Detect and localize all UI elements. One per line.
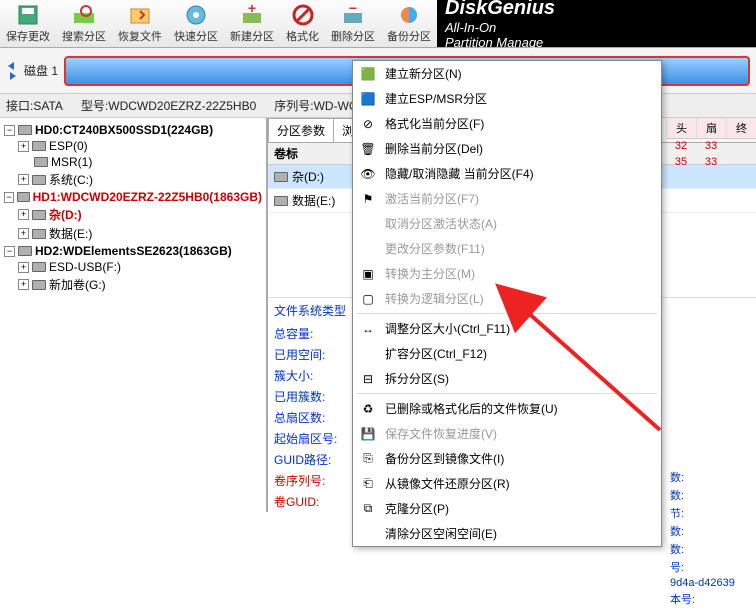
format-icon: ⊘	[359, 116, 377, 132]
vol-icon	[32, 175, 46, 185]
expand-icon[interactable]: +	[18, 262, 29, 273]
expand-icon[interactable]: +	[18, 209, 29, 220]
chs-table-header: 头 扇 终	[666, 118, 756, 139]
side-value-labels: 数:数:节: 数:数:号: 9d4a-d42639本号:	[666, 468, 756, 608]
sector-count-label: 道扇区数:63 总	[674, 0, 754, 17]
expand-icon[interactable]: +	[18, 228, 29, 239]
tree-system[interactable]: +系统(C:)	[2, 170, 264, 189]
menu-to-logical[interactable]: ▢转换为逻辑分区(L)	[353, 286, 661, 311]
menu-change-params[interactable]: 更改分区参数(F11)	[353, 236, 661, 261]
arrow-left-icon[interactable]	[6, 62, 18, 70]
activate-icon: ⚑	[359, 191, 377, 207]
menu-cancel-activate[interactable]: 取消分区激活状态(A)	[353, 211, 661, 236]
menu-save-progress[interactable]: 💾保存文件恢复进度(V)	[353, 421, 661, 446]
main-toolbar: 保存更改 搜索分区 恢复文件 快速分区 +新建分区 格式化 −删除分区 备份分区…	[0, 0, 756, 48]
save-icon: 💾	[359, 426, 377, 442]
tree-esp[interactable]: +ESP(0)	[2, 138, 264, 154]
quick-partition-button[interactable]: 快速分区	[168, 0, 224, 47]
tree-shuju[interactable]: +数据(E:)	[2, 224, 264, 243]
hide-icon: 👁	[359, 166, 377, 182]
menu-clear-free[interactable]: 清除分区空闲空间(E)	[353, 521, 661, 546]
hdd-icon	[18, 246, 32, 256]
menu-separator	[357, 393, 657, 394]
expand-icon[interactable]: +	[18, 279, 29, 290]
collapse-icon[interactable]: −	[4, 246, 15, 257]
delete-icon: 🗑	[359, 141, 377, 157]
menu-clone[interactable]: ⧉克隆分区(P)	[353, 496, 661, 521]
tree-hd0[interactable]: −HD0:CT240BX500SSD1(224GB)	[2, 122, 264, 138]
tab-params[interactable]: 分区参数	[268, 118, 334, 142]
vol-icon	[32, 229, 46, 239]
vol-icon	[32, 280, 46, 290]
tree-hd2[interactable]: −HD2:WDElementsSE2623(1863GB)	[2, 243, 264, 259]
new-icon: 🟩	[359, 66, 377, 82]
save-button[interactable]: 保存更改	[0, 0, 56, 47]
partition-context-menu: 🟩建立新分区(N) 🟦建立ESP/MSR分区 ⊘格式化当前分区(F) 🗑删除当前…	[352, 60, 662, 547]
recover-icon: ♻	[359, 401, 377, 417]
clone-icon: ⧉	[359, 501, 377, 517]
vol-icon	[274, 196, 288, 206]
format-button[interactable]: 格式化	[280, 0, 325, 47]
disk-label: 磁盘 1	[24, 62, 58, 79]
menu-separator	[357, 313, 657, 314]
svg-text:+: +	[248, 3, 256, 16]
tree-xinjia[interactable]: +新加卷(G:)	[2, 275, 264, 294]
interface-label: 接口:SATA	[6, 97, 63, 114]
collapse-icon[interactable]: −	[4, 125, 15, 136]
expand-icon[interactable]: +	[18, 174, 29, 185]
disk-tree: −HD0:CT240BX500SSD1(224GB) +ESP(0) MSR(1…	[0, 118, 268, 512]
menu-extend[interactable]: 扩容分区(Ctrl_F12)	[353, 341, 661, 366]
vol-icon	[32, 210, 46, 220]
tree-esd-usb[interactable]: +ESD-USB(F:)	[2, 259, 264, 275]
menu-format[interactable]: ⊘格式化当前分区(F)	[353, 111, 661, 136]
model-label: 型号:WDCWD20EZRZ-22Z5HB0	[81, 97, 256, 114]
menu-esp-msr[interactable]: 🟦建立ESP/MSR分区	[353, 86, 661, 111]
vol-icon	[32, 141, 46, 151]
delete-partition-button[interactable]: −删除分区	[325, 0, 381, 47]
hdd-icon	[18, 125, 32, 135]
tree-hd1[interactable]: −HD1:WDCWD20EZRZ-22Z5HB0(1863GB)	[2, 189, 264, 205]
menu-to-primary[interactable]: ▣转换为主分区(M)	[353, 261, 661, 286]
logical-icon: ▢	[359, 291, 377, 307]
arrow-right-icon[interactable]	[6, 72, 18, 80]
menu-hide[interactable]: 👁隐藏/取消隐藏 当前分区(F4)	[353, 161, 661, 186]
vol-icon	[34, 157, 48, 167]
hdd-icon	[17, 192, 30, 202]
disk-nav-arrows[interactable]	[6, 62, 18, 80]
chs-table-body: 3233 3533	[666, 138, 756, 170]
primary-icon: ▣	[359, 266, 377, 282]
tree-za[interactable]: +杂(D:)	[2, 205, 264, 224]
menu-new-partition[interactable]: 🟩建立新分区(N)	[353, 61, 661, 86]
menu-activate[interactable]: ⚑激活当前分区(F7)	[353, 186, 661, 211]
esp-icon: 🟦	[359, 91, 377, 107]
svg-text:−: −	[349, 3, 357, 16]
menu-backup-image[interactable]: ⎘备份分区到镜像文件(I)	[353, 446, 661, 471]
menu-delete[interactable]: 🗑删除当前分区(Del)	[353, 136, 661, 161]
resize-icon: ↔	[359, 321, 377, 337]
menu-restore-image[interactable]: ⎗从镜像文件还原分区(R)	[353, 471, 661, 496]
split-icon: ⊟	[359, 371, 377, 387]
menu-split[interactable]: ⊟拆分分区(S)	[353, 366, 661, 391]
restore-icon: ⎗	[359, 476, 377, 492]
backup-partition-button[interactable]: 备份分区	[381, 0, 437, 47]
vol-icon	[32, 262, 46, 272]
vol-icon	[274, 172, 288, 182]
search-partition-button[interactable]: 搜索分区	[56, 0, 112, 47]
menu-undelete[interactable]: ♻已删除或格式化后的文件恢复(U)	[353, 396, 661, 421]
new-partition-button[interactable]: +新建分区	[224, 0, 280, 47]
menu-resize[interactable]: ↔调整分区大小(Ctrl_F11)	[353, 316, 661, 341]
expand-icon[interactable]: +	[18, 141, 29, 152]
recover-files-button[interactable]: 恢复文件	[112, 0, 168, 47]
collapse-icon[interactable]: −	[4, 192, 14, 203]
backup-icon: ⎘	[359, 451, 377, 467]
tree-msr[interactable]: MSR(1)	[2, 154, 264, 170]
